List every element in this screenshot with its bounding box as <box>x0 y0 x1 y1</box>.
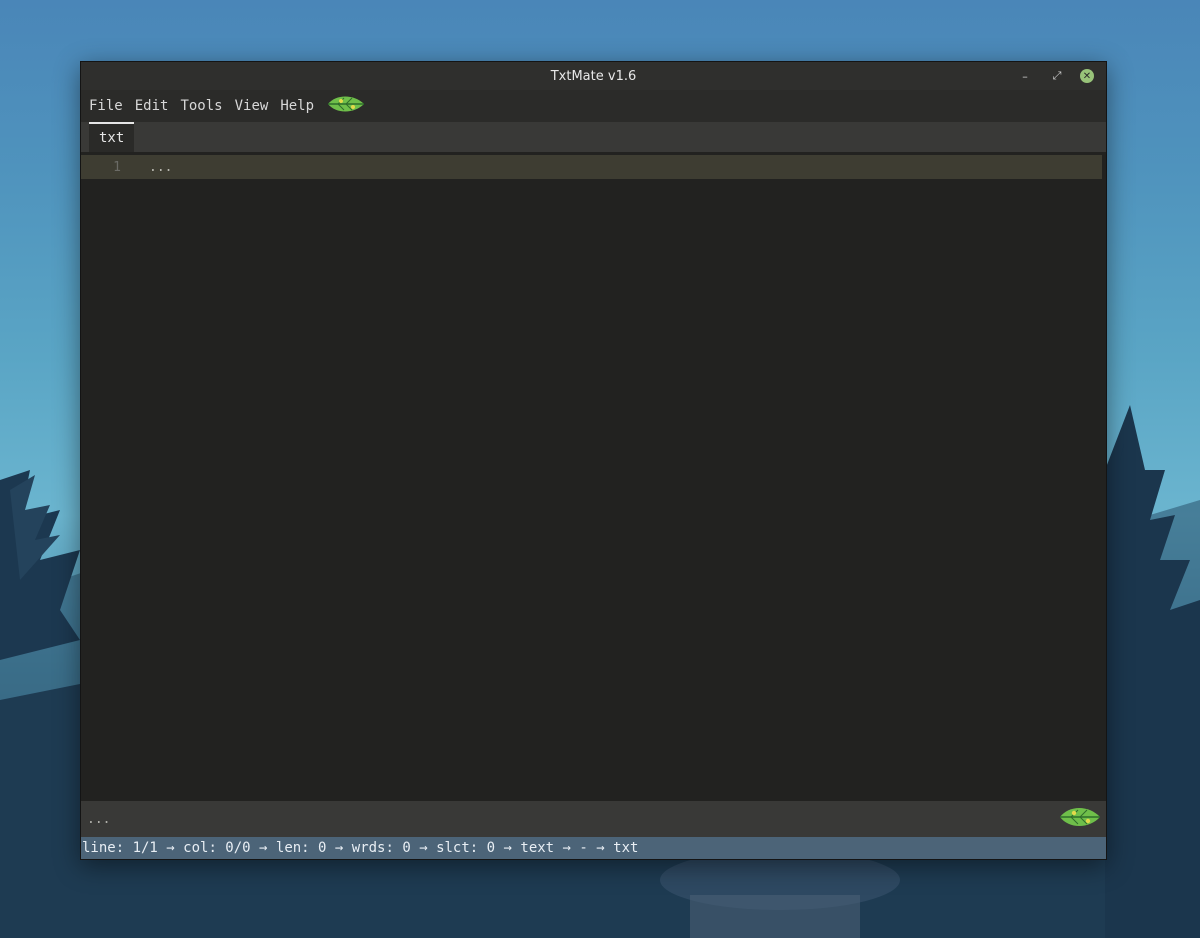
tab-bar: txt <box>81 122 1106 152</box>
status-separator: → <box>410 840 437 856</box>
editor-area[interactable]: 1 ... <box>81 152 1106 801</box>
status-separator: → <box>554 840 580 856</box>
window-title: TxtMate v1.6 <box>550 68 637 84</box>
status-separator: → <box>587 840 614 856</box>
status-col: col: 0/0 <box>183 840 251 856</box>
menu-view[interactable]: View <box>235 98 269 114</box>
status-select: slct: 0 <box>436 840 496 856</box>
status-words: wrds: 0 <box>351 840 411 856</box>
leaf-icon <box>326 93 366 119</box>
command-bar[interactable]: ... <box>81 801 1106 837</box>
tab-txt[interactable]: txt <box>89 122 135 152</box>
status-line: line: 1/1 <box>82 840 158 856</box>
line-number: 1 <box>113 159 121 175</box>
app-window: TxtMate v1.6 – ⤢ ✕ File Edit Tools View … <box>80 61 1107 860</box>
status-len: len: 0 <box>275 840 327 856</box>
minimize-button[interactable]: – <box>1016 67 1034 85</box>
status-dash: - <box>579 840 588 856</box>
status-ext: txt <box>613 840 639 856</box>
current-line: 1 ... <box>81 155 1102 179</box>
menu-help[interactable]: Help <box>280 98 314 114</box>
status-bar: line: 1/1 → col: 0/0 → len: 0 → wrds: 0 … <box>81 837 1106 859</box>
restore-button[interactable]: ⤢ <box>1048 67 1066 85</box>
title-bar[interactable]: TxtMate v1.6 – ⤢ ✕ <box>81 62 1106 90</box>
menu-tools[interactable]: Tools <box>180 98 222 114</box>
window-controls: – ⤢ ✕ <box>1016 62 1094 90</box>
command-input[interactable]: ... <box>87 812 110 827</box>
menu-file[interactable]: File <box>89 98 123 114</box>
menu-edit[interactable]: Edit <box>135 98 169 114</box>
status-separator: → <box>250 840 276 856</box>
status-separator: → <box>326 840 352 856</box>
leaf-icon <box>1058 804 1102 834</box>
status-mode: text <box>520 840 555 856</box>
status-separator: → <box>157 840 184 856</box>
status-separator: → <box>495 840 521 856</box>
menu-bar: File Edit Tools View Help <box>81 90 1106 122</box>
line-text: ... <box>149 159 173 175</box>
close-button[interactable]: ✕ <box>1080 69 1094 83</box>
